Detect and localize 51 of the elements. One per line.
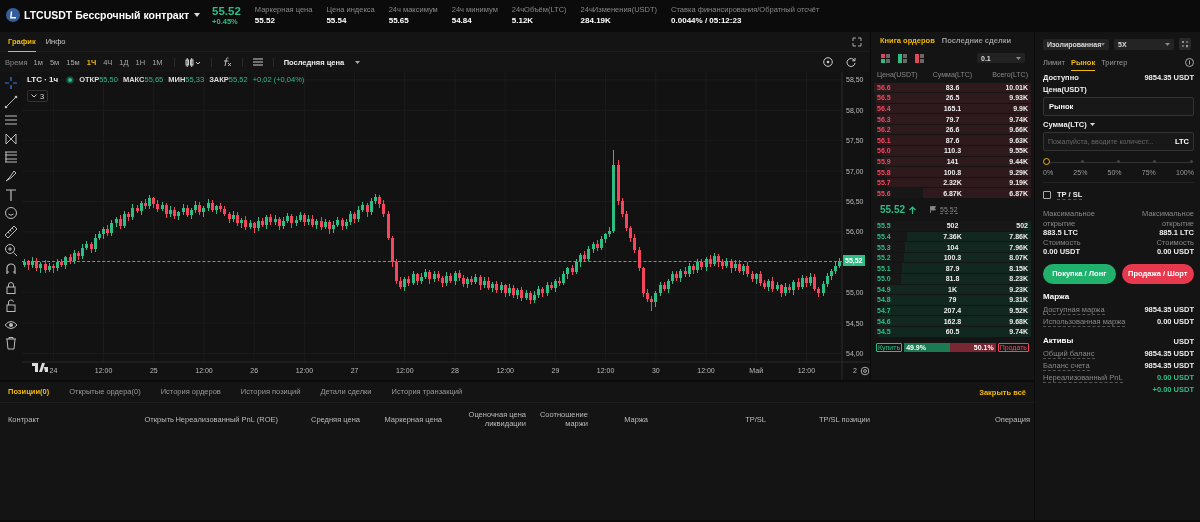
stat-value: 55.65 (388, 16, 410, 25)
last-price: 55.52 (880, 204, 906, 216)
expand-icon[interactable] (852, 36, 862, 47)
chart-title: LTC · 1ч (27, 75, 59, 84)
coin-icon (6, 8, 20, 22)
line-tool-icon[interactable] (4, 94, 18, 109)
target-icon[interactable] (823, 57, 833, 67)
stat-value: 55.54 (326, 16, 348, 25)
info-icon[interactable] (1185, 58, 1194, 67)
stat-value: 55.52 (254, 16, 276, 25)
book-both-icon[interactable] (881, 53, 890, 63)
logo-icon (32, 363, 48, 372)
caret-icon (355, 60, 361, 64)
stat-value: 54.84 (451, 16, 473, 25)
caret-icon (1101, 42, 1105, 46)
zoom-in-icon[interactable] (4, 243, 18, 258)
book-bids-icon[interactable] (898, 53, 907, 63)
candle-type-icon[interactable] (184, 57, 201, 67)
ruler-icon[interactable] (4, 224, 18, 239)
caret-icon (1016, 56, 1021, 60)
smiley-icon[interactable] (4, 206, 18, 221)
section-title: Маржа (1043, 291, 1071, 301)
pattern-icon[interactable] (4, 131, 18, 146)
caret-icon (1165, 42, 1170, 46)
arrow-up-icon (909, 205, 917, 214)
brush-icon[interactable] (4, 168, 18, 183)
section-title: Активы (1043, 335, 1074, 345)
function-icon[interactable] (221, 57, 232, 67)
unlock-icon[interactable] (4, 299, 18, 314)
slider-thumb[interactable] (1042, 158, 1050, 165)
book-asks-icon[interactable] (915, 53, 924, 63)
symbol-selector[interactable]: LTCUSDT Бессрочный контракт (24, 9, 201, 21)
stat-value: 284.19K (580, 16, 612, 25)
caret-icon (194, 13, 201, 17)
chevron-icon (31, 94, 37, 98)
magnet-icon[interactable] (4, 261, 18, 276)
trash-icon[interactable] (4, 336, 18, 351)
last-price: 55.52 (212, 4, 241, 17)
stat-value: 5.12K (511, 16, 535, 25)
lock-icon[interactable] (4, 280, 18, 295)
menu-icon[interactable] (252, 58, 263, 66)
refresh-icon[interactable] (846, 57, 856, 67)
parallel-lines-icon[interactable] (4, 113, 18, 128)
text-tool-icon[interactable] (4, 187, 18, 202)
flag-icon (930, 206, 937, 214)
calculator-icon[interactable] (1179, 38, 1191, 50)
settings-icon[interactable] (860, 366, 870, 376)
stat-value: 0.0044% / 05:12:23 (671, 16, 743, 25)
status-dot-icon (66, 75, 75, 84)
caret-icon (1089, 123, 1095, 126)
tpsl-checkbox[interactable] (1043, 191, 1051, 199)
